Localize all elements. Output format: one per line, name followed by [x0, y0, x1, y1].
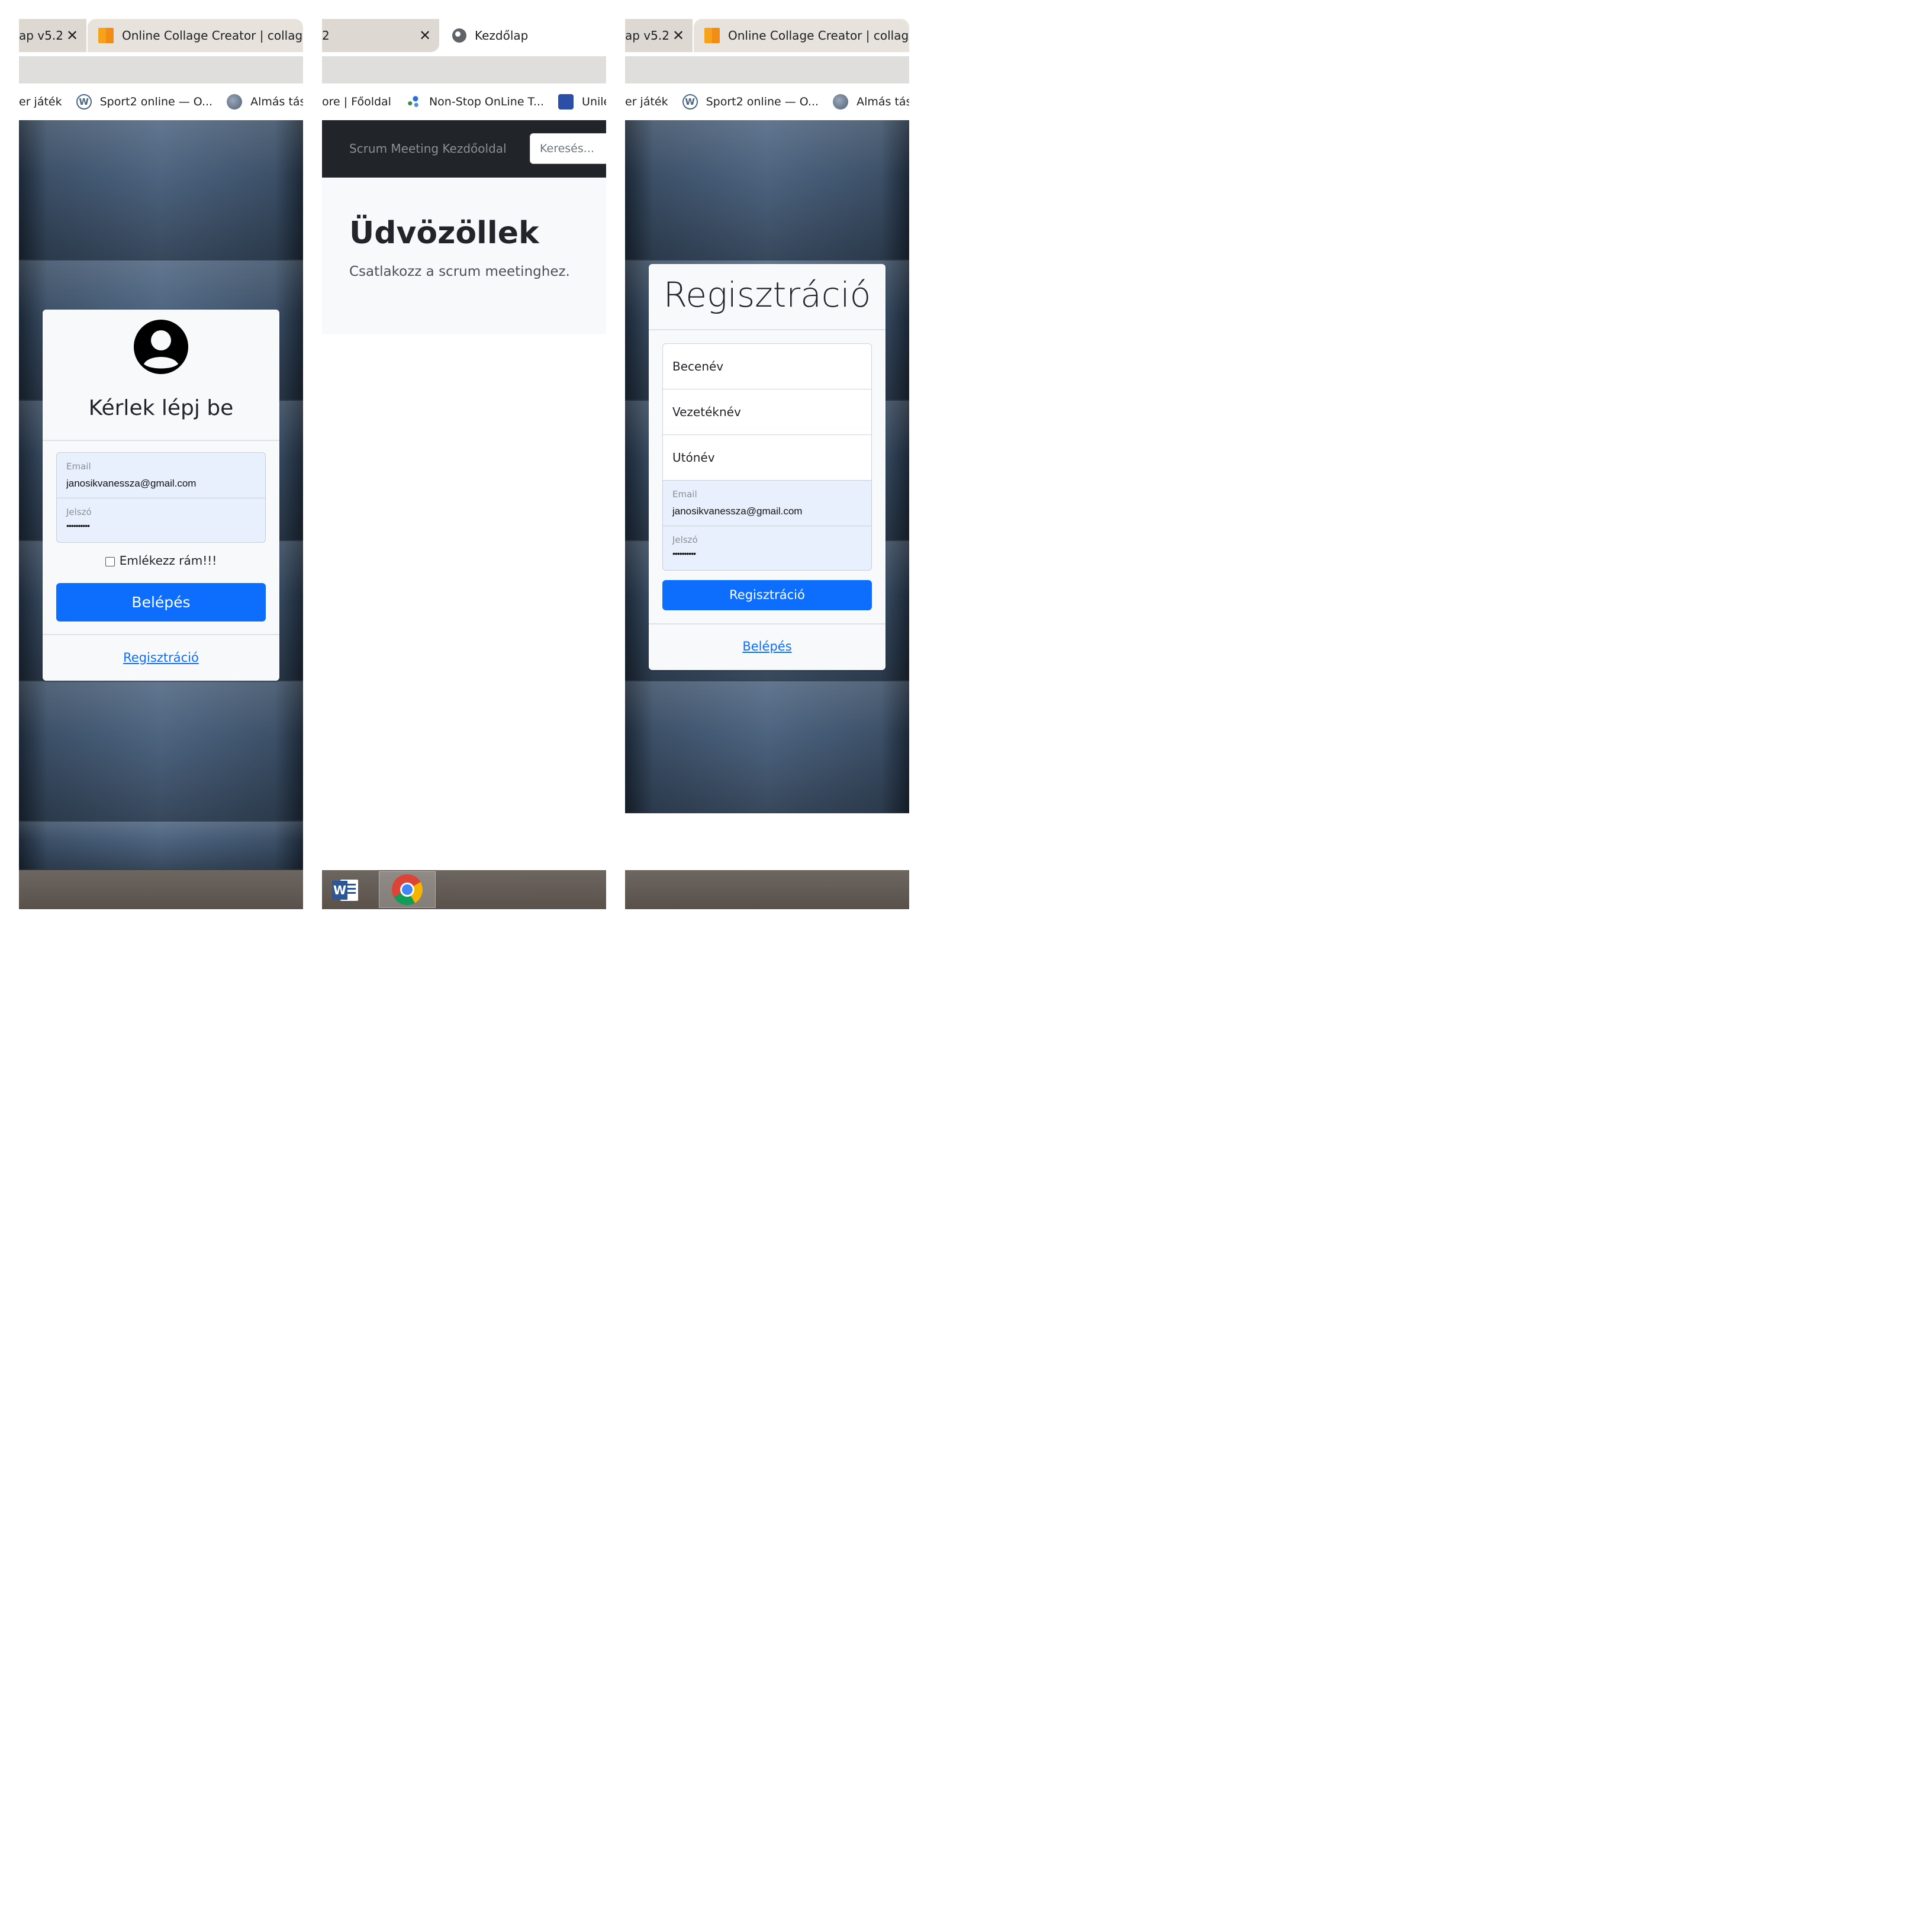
- remember-label: Emlékezz rám!!!: [119, 553, 217, 568]
- password-label: Jelszó: [672, 534, 698, 545]
- bookmark-label: Almás táska: [856, 95, 909, 108]
- tab-label: 2: [322, 28, 330, 43]
- card-title: Regisztráció: [663, 275, 871, 315]
- ground-strip: [625, 870, 909, 909]
- bookmark-item[interactable]: Almás táska: [833, 94, 909, 110]
- tab-label: ap v5.2: [19, 28, 63, 43]
- hero-title: Üdvözöllek: [349, 215, 539, 251]
- hero: Üdvözöllek Csatlakozz a scrum meetinghez…: [322, 178, 606, 334]
- password-value: ••••••••••: [66, 521, 90, 530]
- bookmarks-bar: er játék W Sport2 online — O... Almás tás…: [625, 83, 909, 120]
- bookmark-label: Unilev: [582, 95, 606, 108]
- bookmark-item[interactable]: Unilev: [558, 94, 606, 110]
- address-bar[interactable]: [322, 56, 606, 83]
- bookmark-item[interactable]: er játék: [625, 95, 668, 108]
- tab-label: Kezdőlap: [475, 28, 529, 43]
- lastname-input[interactable]: Vezetéknév: [662, 389, 872, 435]
- tab-label: Online Collage Creator | collage-: [728, 28, 909, 43]
- hero-subtitle: Csatlakozz a scrum meetinghez.: [349, 264, 570, 279]
- chrome-icon: [392, 874, 423, 905]
- close-tab-icon[interactable]: ✕: [672, 27, 684, 44]
- navbar-brand[interactable]: Scrum Meeting Kezdőoldal: [349, 141, 507, 156]
- globe-icon: [833, 94, 849, 110]
- bookmark-item[interactable]: ore | Főoldal: [322, 95, 391, 108]
- tab-strip: ap v5.2 ✕ Online Collage Creator | colla…: [19, 19, 303, 56]
- email-field[interactable]: Email janosikvanessza@gmail.com: [56, 452, 266, 498]
- remember-row: Emlékezz rám!!!: [43, 553, 279, 568]
- ground-strip: [19, 870, 303, 909]
- tab-label: ap v5.2: [625, 28, 669, 43]
- remember-checkbox[interactable]: [105, 556, 115, 566]
- wordpress-icon: W: [682, 94, 698, 110]
- bookmarks-bar: er játék W Sport2 online — O... Almás tás…: [19, 83, 303, 120]
- register-link[interactable]: Regisztráció: [43, 651, 279, 665]
- bookmark-label: er játék: [19, 95, 62, 108]
- email-label: Email: [672, 489, 697, 500]
- tab-collage-creator[interactable]: Online Collage Creator | collage-: [694, 19, 909, 52]
- chrome-taskbar-button[interactable]: [379, 871, 436, 908]
- login-card: Kérlek lépj be Email janosikvanessza@gma…: [43, 310, 279, 681]
- password-label: Jelszó: [66, 507, 92, 517]
- globe-favicon-icon: [452, 28, 466, 43]
- tab-label: Online Collage Creator | collage-: [122, 28, 303, 43]
- bookmark-label: Non-Stop OnLine T...: [429, 95, 545, 108]
- bookmark-item[interactable]: W Sport2 online — O...: [682, 94, 819, 110]
- close-tab-icon[interactable]: ✕: [419, 27, 431, 44]
- email-field[interactable]: Email janosikvanessza@gmail.com: [662, 480, 872, 526]
- bookmark-item[interactable]: er játék: [19, 95, 62, 108]
- card-title: Kérlek lépj be: [88, 396, 234, 420]
- register-button[interactable]: Regisztráció: [662, 580, 872, 610]
- nickname-input[interactable]: Becenév: [662, 343, 872, 389]
- wordpress-icon: W: [76, 94, 92, 110]
- register-card: Regisztráció Becenév Vezetéknév Utónév E…: [649, 264, 886, 670]
- email-value: janosikvanessza@gmail.com: [66, 478, 197, 489]
- bookmark-item[interactable]: Almás táska: [227, 94, 303, 110]
- bookmark-label: er játék: [625, 95, 668, 108]
- tab-kezdolap[interactable]: Kezdőlap: [440, 19, 606, 52]
- bookmarks-bar: ore | Főoldal Non-Stop OnLine T... Unile…: [322, 83, 606, 120]
- search-input[interactable]: Keresés...: [530, 133, 606, 164]
- password-value: ••••••••••: [672, 549, 696, 558]
- tab-collage-creator[interactable]: Online Collage Creator | collage-: [88, 19, 303, 52]
- bookmark-label: Almás táska: [250, 95, 303, 108]
- collage-favicon-icon: [98, 28, 114, 43]
- bookmark-label: Sport2 online — O...: [706, 95, 819, 108]
- card-header: Regisztráció: [649, 264, 886, 330]
- tab-strip: 2 ✕ Kezdőlap: [322, 19, 606, 56]
- tab-strip: ap v5.2 ✕ Online Collage Creator | colla…: [625, 19, 909, 56]
- bookmark-item[interactable]: W Sport2 online — O...: [76, 94, 212, 110]
- navbar: Scrum Meeting Kezdőoldal Keresés...: [322, 120, 606, 178]
- email-value: janosikvanessza@gmail.com: [672, 505, 803, 517]
- home-screenshot: 2 ✕ Kezdőlap ore | Főoldal Non-Stop OnLi…: [322, 19, 606, 909]
- close-tab-icon[interactable]: ✕: [66, 27, 78, 44]
- bookmark-item[interactable]: Non-Stop OnLine T...: [405, 94, 544, 110]
- bookmark-label: ore | Főoldal: [322, 95, 391, 108]
- taskbar: W: [322, 870, 606, 909]
- word-icon-letter: W: [332, 881, 347, 900]
- nonstop-icon: [405, 94, 421, 110]
- globe-icon: [227, 94, 243, 110]
- user-avatar-icon: [134, 320, 188, 374]
- register-screenshot: ap v5.2 ✕ Online Collage Creator | colla…: [625, 19, 909, 909]
- bookmark-label: Sport2 online — O...: [99, 95, 213, 108]
- firstname-input[interactable]: Utónév: [662, 434, 872, 481]
- password-field[interactable]: Jelszó ••••••••••: [662, 526, 872, 571]
- login-link[interactable]: Belépés: [649, 639, 886, 653]
- password-field[interactable]: Jelszó ••••••••••: [56, 498, 266, 543]
- email-label: Email: [66, 461, 91, 472]
- collage-favicon-icon: [704, 28, 720, 43]
- address-bar[interactable]: [19, 56, 303, 83]
- card-header: Kérlek lépj be: [43, 310, 279, 441]
- word-icon[interactable]: W: [332, 878, 359, 902]
- login-button[interactable]: Belépés: [56, 583, 266, 622]
- login-screenshot: ap v5.2 ✕ Online Collage Creator | colla…: [19, 19, 303, 909]
- unilever-icon: [558, 94, 574, 110]
- address-bar[interactable]: [625, 56, 909, 83]
